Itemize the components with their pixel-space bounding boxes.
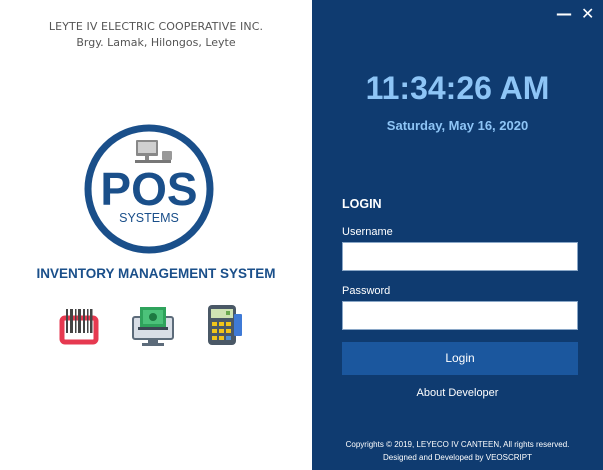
password-label: Password [342, 285, 391, 297]
logo-sub-text: SYSTEMS [119, 211, 179, 225]
close-button[interactable]: ✕ [581, 6, 594, 22]
organization-name: LEYTE IV ELECTRIC COOPERATIVE INC. [48, 20, 264, 33]
branding-panel: LEYTE IV ELECTRIC COOPERATIVE INC. Brgy.… [0, 0, 312, 470]
organization-address: Brgy. Lamak, Hilongos, Leyte [76, 36, 236, 49]
login-heading: LOGIN [342, 197, 382, 211]
logo-main-text: POS [100, 163, 197, 215]
copyright-text: Copyrights © 2019, LEYECO IV CANTEEN, Al… [345, 440, 570, 449]
minimize-button[interactable]: — [556, 6, 572, 22]
pos-logo: POS SYSTEMS [84, 124, 214, 254]
login-button[interactable]: Login [342, 342, 578, 375]
username-label: Username [342, 226, 393, 238]
app-title: INVENTORY MANAGEMENT SYSTEM [36, 266, 276, 281]
username-field[interactable] [342, 242, 578, 271]
credits-text: Designed and Developed by VEOSCRIPT [383, 453, 532, 462]
clock-time: 11:34:26 AM [365, 70, 550, 106]
login-panel: — ✕ 11:34:26 AM Saturday, May 16, 2020 L… [312, 0, 603, 470]
about-developer-link[interactable]: About Developer [312, 387, 603, 399]
clock-date: Saturday, May 16, 2020 [386, 118, 529, 133]
password-field[interactable] [342, 301, 578, 330]
cash-register-icon [132, 307, 174, 346]
barcode-icon [59, 309, 99, 345]
payment-terminal-icon [208, 305, 242, 345]
